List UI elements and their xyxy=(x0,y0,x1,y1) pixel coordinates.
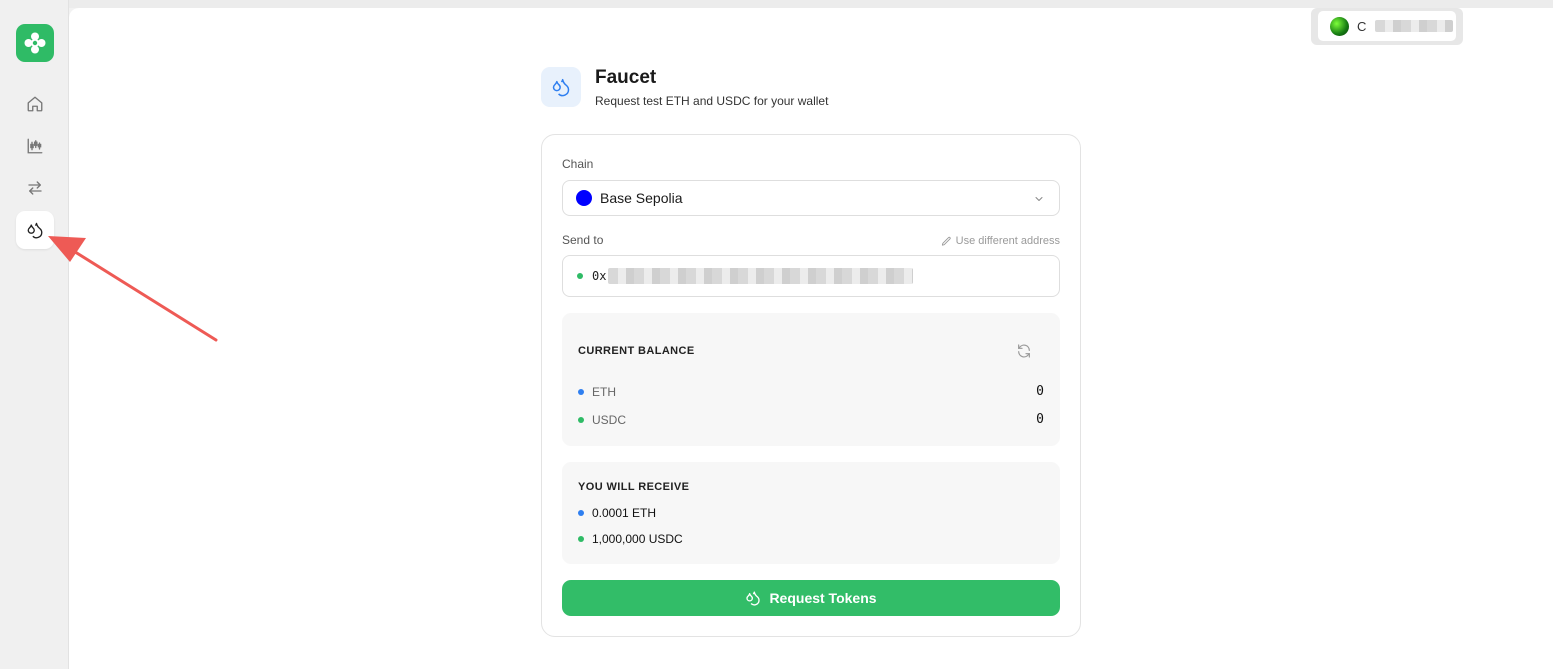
balance-value: 0 xyxy=(1036,412,1044,427)
droplets-icon xyxy=(552,78,570,97)
current-balance-panel: CURRENT BALANCE ETH 0 USDC 0 xyxy=(562,313,1060,446)
droplets-icon xyxy=(746,591,761,606)
receive-row-usdc: 1,000,000 USDC xyxy=(578,532,683,546)
receive-amount: 0.0001 ETH xyxy=(592,506,657,520)
balance-row-usdc: USDC 0 xyxy=(578,412,1044,427)
wallet-avatar-icon xyxy=(1330,16,1349,36)
wallet-address-redacted xyxy=(1374,20,1453,32)
balance-token: USDC xyxy=(592,412,627,427)
swap-arrows-icon xyxy=(28,181,42,195)
use-different-address-text: Use different address xyxy=(955,235,1060,247)
connected-status-icon xyxy=(577,273,583,279)
page-subtitle: Request test ETH and USDC for your walle… xyxy=(595,94,829,108)
balance-value: 0 xyxy=(1036,384,1044,399)
address-prefix: 0x xyxy=(592,269,607,283)
eth-dot-icon xyxy=(578,388,584,395)
sidebar-item-faucet[interactable] xyxy=(16,211,54,249)
home-icon xyxy=(27,96,43,112)
wallet-button[interactable]: C xyxy=(1311,8,1463,45)
sidebar-item-home[interactable] xyxy=(16,85,54,123)
chain-select[interactable]: Base Sepolia xyxy=(562,180,1060,216)
wallet-label: C xyxy=(1357,18,1367,34)
request-tokens-button[interactable]: Request Tokens xyxy=(562,580,1060,616)
top-strip xyxy=(0,0,1553,8)
base-chain-icon xyxy=(576,190,592,206)
sidebar-item-markets[interactable] xyxy=(16,127,54,165)
usdc-dot-icon xyxy=(578,416,584,423)
pencil-icon xyxy=(941,236,951,246)
app-logo[interactable] xyxy=(16,24,54,62)
refresh-icon[interactable] xyxy=(1016,343,1032,359)
usdc-dot-icon xyxy=(578,536,584,542)
droplets-icon xyxy=(27,222,43,239)
balance-row-eth: ETH 0 xyxy=(578,384,1044,399)
you-will-receive-panel: YOU WILL RECEIVE 0.0001 ETH 1,000,000 US… xyxy=(562,462,1060,564)
chevron-down-icon xyxy=(1035,197,1043,201)
sidebar-item-swap[interactable] xyxy=(16,169,54,207)
chart-candles-icon xyxy=(27,138,43,154)
you-will-receive-title: YOU WILL RECEIVE xyxy=(578,481,690,493)
receive-row-eth: 0.0001 ETH xyxy=(578,506,656,520)
recipient-address-field[interactable]: 0x xyxy=(562,255,1060,297)
wallet-chip[interactable]: C xyxy=(1318,11,1456,41)
chain-select-value: Base Sepolia xyxy=(600,190,683,206)
page-title: Faucet xyxy=(595,67,657,88)
faucet-header-icon-box xyxy=(541,67,581,107)
chain-label: Chain xyxy=(562,157,594,171)
eth-dot-icon xyxy=(578,510,584,516)
send-to-label: Send to xyxy=(562,233,604,247)
app-logo-icon xyxy=(24,32,46,54)
current-balance-title: CURRENT BALANCE xyxy=(578,345,695,357)
faucet-card: Chain Base Sepolia Send to Use different… xyxy=(541,134,1081,637)
request-tokens-label: Request Tokens xyxy=(769,590,877,606)
use-different-address-link[interactable]: Use different address xyxy=(941,235,1060,247)
receive-amount: 1,000,000 USDC xyxy=(592,532,683,546)
sidebar xyxy=(0,0,69,669)
address-redacted xyxy=(608,268,914,284)
balance-token: ETH xyxy=(592,384,616,399)
